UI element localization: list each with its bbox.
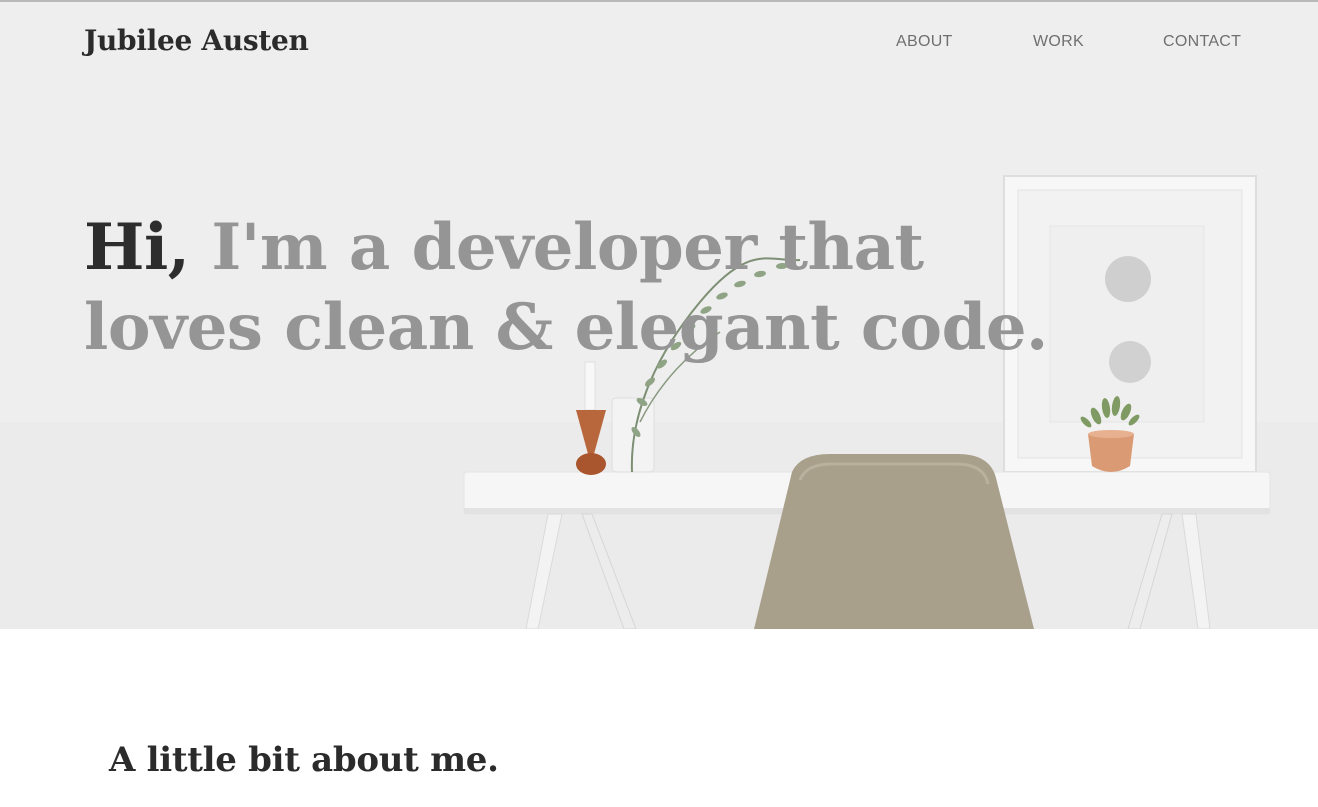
hero-headline: Hi, I'm a developer that loves clean & e… xyxy=(84,208,1104,368)
nav-link-contact[interactable]: CONTACT xyxy=(1163,33,1241,51)
main-navigation: ABOUT WORK CONTACT xyxy=(0,33,1318,57)
chair xyxy=(754,454,1034,629)
hero-greeting: Hi, xyxy=(84,210,190,285)
nav-link-work[interactable]: WORK xyxy=(1033,33,1084,51)
hero-tagline: I'm a developer that loves clean & elega… xyxy=(84,210,1048,365)
about-section-title: A little bit about me. xyxy=(109,740,499,780)
hero-section: Jubilee Austen ABOUT WORK CONTACT Hi, I'… xyxy=(0,2,1318,629)
nav-link-about[interactable]: ABOUT xyxy=(896,33,953,51)
